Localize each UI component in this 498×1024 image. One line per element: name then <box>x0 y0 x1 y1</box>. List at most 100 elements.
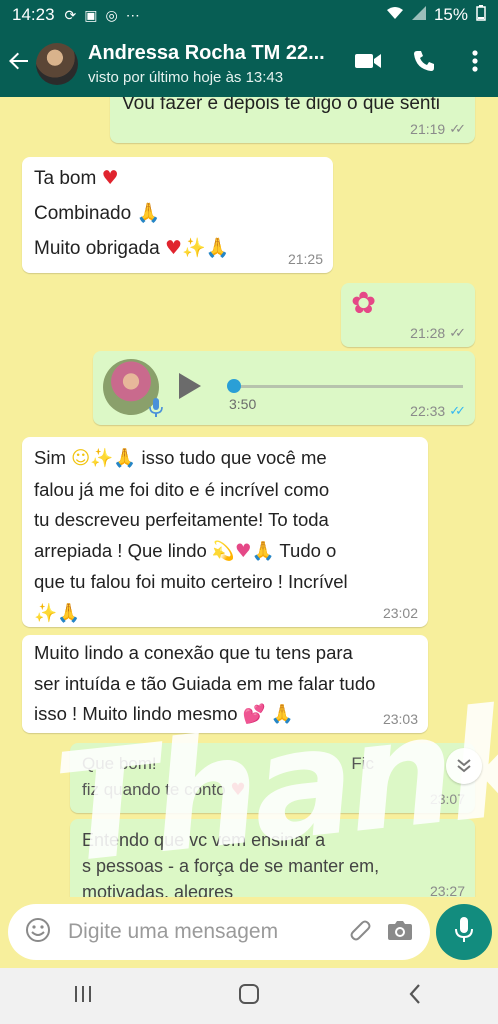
message-text: falou já me foi dito e é incrível como <box>34 478 330 500</box>
play-button[interactable] <box>179 373 201 399</box>
message-outgoing[interactable]: Que bom! Fic fiz quando te conto ♥ 23:07 <box>70 743 475 813</box>
message-text: tu descreveu perfeitamente! To toda <box>34 509 329 530</box>
video-call-icon <box>354 51 382 76</box>
sparkles-emoji-icon: ✨ <box>182 237 206 259</box>
message-text: isso ! Muito lindo mesmo <box>34 703 238 724</box>
heart-emoji-icon: ♥ <box>230 780 246 800</box>
message-text: Vou fazer e depois te digo o que senti <box>122 97 440 114</box>
home-icon <box>238 983 260 1010</box>
message-text: Tudo o <box>279 539 337 561</box>
message-time: 21:28 <box>410 325 446 341</box>
battery-icon <box>476 4 486 26</box>
message-time: 22:33 <box>410 403 446 419</box>
message-text: Entendo que vc vem ensinar a <box>82 830 326 850</box>
message-time: 23:03 <box>382 711 418 727</box>
dizzy-emoji-icon: 💫 <box>211 540 235 562</box>
system-nav-bar <box>0 968 498 1024</box>
double-check-icon: ✓✓ <box>449 403 466 418</box>
double-check-icon: ✓✓ <box>449 325 466 340</box>
sparkles-emoji-icon: ✨ <box>90 448 114 469</box>
message-text: Fic <box>351 754 375 773</box>
sparkles-emoji-icon: ✨ <box>34 602 58 624</box>
recent-apps-button[interactable] <box>53 971 113 1021</box>
praying-hands-emoji-icon: 🙏 <box>57 602 81 624</box>
message-outgoing[interactable]: Entendo que vc vem ensinar a s pessoas -… <box>70 819 475 897</box>
praying-hands-emoji-icon: 🙏 <box>136 202 161 224</box>
last-seen: visto por último hoje às 13:43 <box>88 68 284 86</box>
more-vert-icon <box>472 50 478 77</box>
paperclip-icon <box>348 918 372 947</box>
voice-progress-track[interactable] <box>233 385 463 388</box>
chevron-double-down-icon <box>456 757 472 776</box>
double-check-icon: ✓✓ <box>449 121 466 136</box>
heart-emoji-icon: ♥ <box>164 237 183 259</box>
back-button[interactable] <box>2 44 36 84</box>
message-time: 23:07 <box>429 791 465 807</box>
praying-hands-emoji-icon: 🙏 <box>270 704 294 725</box>
voice-message[interactable]: 3:50 22:33 ✓✓ <box>93 351 475 425</box>
message-incoming[interactable]: Ta bom ♥ Combinado 🙏 Muito obrigada ♥✨🙏 … <box>22 157 333 273</box>
status-bar: 14:23 ⟳ ▣ ◎ ⋯ 15% <box>0 0 498 30</box>
video-call-button[interactable] <box>340 30 396 97</box>
message-text: que tu falou foi muito certeiro ! Incrív… <box>34 571 348 592</box>
chevron-left-icon <box>408 983 422 1010</box>
microphone-icon <box>454 916 474 949</box>
battery-level: 15% <box>433 5 468 24</box>
menu-button[interactable] <box>452 30 498 97</box>
smiling-face-emoji-icon: ☺ <box>71 448 91 469</box>
contact-avatar[interactable] <box>36 42 78 85</box>
status-time: 14:23 <box>12 5 55 24</box>
message-time: 23:27 <box>429 883 465 897</box>
recent-apps-icon <box>73 985 93 1008</box>
voice-record-button[interactable] <box>436 904 492 960</box>
message-input[interactable] <box>68 920 340 944</box>
praying-hands-emoji-icon: 🙏 <box>251 540 275 562</box>
camera-icon <box>387 919 413 946</box>
message-text: s pessoas - a força de se manter em, <box>82 856 380 876</box>
nav-back-button[interactable] <box>385 971 445 1021</box>
message-text: arrepiada ! Que lindo <box>34 539 207 561</box>
emoji-button[interactable] <box>18 912 58 952</box>
two-hearts-emoji-icon: 💕 <box>242 704 266 725</box>
image-icon: ▣ <box>84 6 98 23</box>
message-composer <box>8 904 430 960</box>
message-text: Muito lindo a conexão que tu tens para <box>34 642 353 663</box>
cherry-blossom-emoji-icon: ✿ <box>351 286 377 321</box>
message-text: Combinado <box>34 203 132 224</box>
more-notifications-icon: ⋯ <box>125 6 140 23</box>
wifi-icon <box>386 5 404 25</box>
message-outgoing[interactable]: ✿ 21:28 ✓✓ <box>341 283 475 347</box>
message-text: Que bom! <box>82 754 157 773</box>
message-text: fiz quando <box>82 780 161 799</box>
chat-header: Andressa Rocha TM 22... visto por último… <box>0 30 498 97</box>
message-text: isso tudo que você me <box>141 447 327 468</box>
signal-icon <box>411 5 426 25</box>
instagram-icon: ◎ <box>105 6 118 23</box>
attach-button[interactable] <box>340 912 380 952</box>
message-text: motivadas, alegres <box>82 882 234 897</box>
contact-info[interactable]: Andressa Rocha TM 22... visto por último… <box>88 42 340 86</box>
arrow-left-icon <box>8 50 30 77</box>
phone-icon <box>412 49 436 78</box>
message-list[interactable]: Vou fazer e depois te digo o que senti 2… <box>0 97 498 897</box>
message-time: 23:02 <box>382 605 418 621</box>
message-incoming[interactable]: Sim ☺✨🙏 isso tudo que você me falou já m… <box>22 437 428 627</box>
heart-emoji-icon: ♥ <box>101 167 119 189</box>
microphone-badge-icon <box>148 397 164 419</box>
sync-icon: ⟳ <box>64 6 77 23</box>
message-outgoing[interactable]: Vou fazer e depois te digo o que senti 2… <box>110 97 475 143</box>
camera-button[interactable] <box>380 912 420 952</box>
message-text: te conto <box>165 780 226 799</box>
scroll-to-bottom-button[interactable] <box>446 748 482 784</box>
home-button[interactable] <box>219 971 279 1021</box>
message-incoming[interactable]: Muito lindo a conexão que tu tens para s… <box>22 635 428 733</box>
praying-hands-emoji-icon: 🙏 <box>113 448 137 469</box>
message-time: 21:19 <box>410 121 446 137</box>
voice-call-button[interactable] <box>396 30 452 97</box>
message-text: ser intuída e tão Guiada em me falar tud… <box>34 672 376 694</box>
message-text: Ta bom <box>34 168 97 189</box>
message-text: Sim <box>34 447 66 468</box>
contact-name: Andressa Rocha TM 22... <box>88 41 325 64</box>
sparkling-heart-emoji-icon: ♥ <box>234 540 252 562</box>
emoji-icon <box>25 917 51 948</box>
